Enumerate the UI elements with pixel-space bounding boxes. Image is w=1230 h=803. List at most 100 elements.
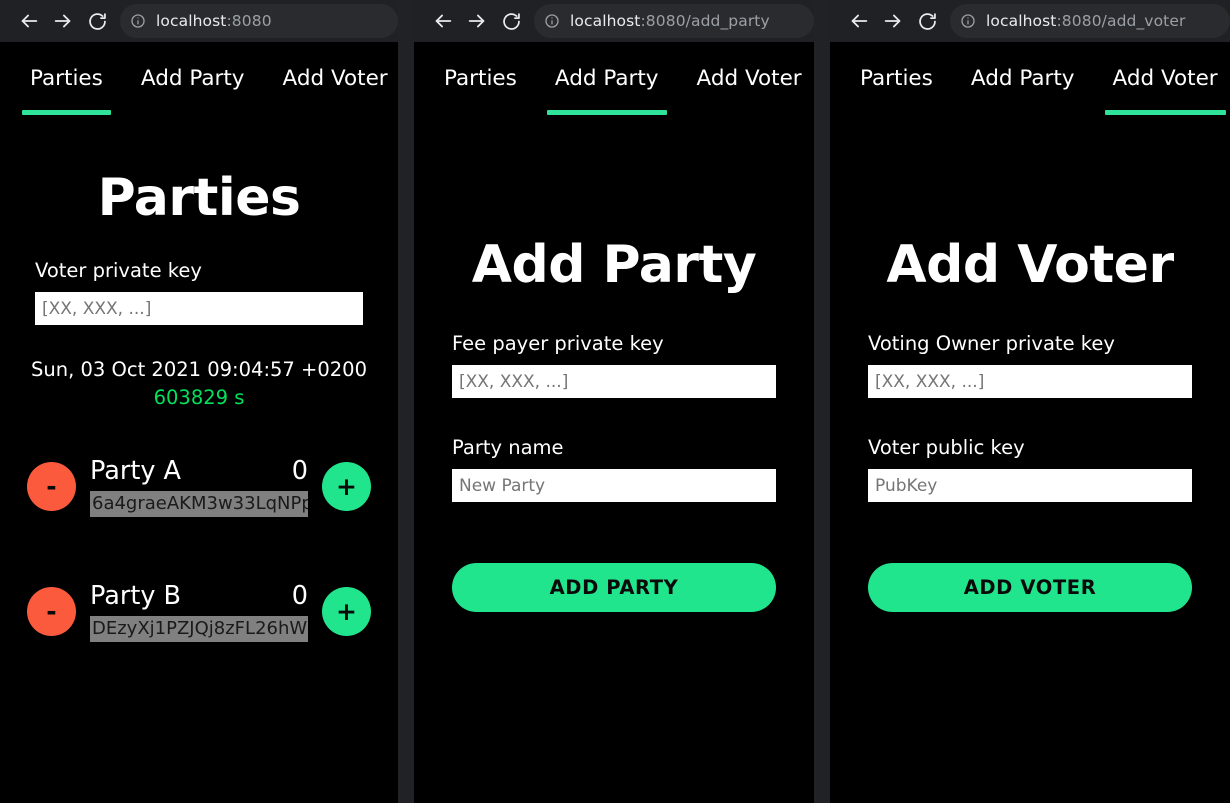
panel-divider: [398, 0, 414, 803]
active-tab-underline: [852, 110, 941, 115]
nav-tab-label: Add Party: [140, 66, 245, 91]
deadline-timestamp: Sun, 03 Oct 2021 09:04:57 +0200: [31, 358, 367, 382]
url-host: localhost: [986, 12, 1057, 30]
nav-tab-label: Parties: [860, 66, 933, 91]
nav-tab-label: Add Voter: [696, 66, 802, 91]
address-bar[interactable]: localhost:8080: [120, 4, 398, 38]
nav-tab-label: Add Voter: [282, 66, 388, 91]
nav-tab-parties[interactable]: Parties: [436, 66, 547, 115]
party-name: Party B: [90, 581, 182, 612]
add-party-form: Fee payer private key Party name ADD PAR…: [414, 332, 814, 613]
page-title: Add Party: [471, 235, 757, 295]
add-party-button[interactable]: ADD PARTY: [452, 563, 776, 613]
party-name-label: Party name: [452, 436, 564, 460]
decrement-vote-button[interactable]: -: [27, 462, 76, 512]
url-path: :8080/add_party: [640, 12, 770, 30]
page-title: Add Voter: [886, 235, 1174, 295]
url-host: localhost: [570, 12, 641, 30]
party-vote-count: 0: [291, 456, 308, 487]
forward-arrow-icon[interactable]: [46, 4, 80, 38]
app-navbar: Parties Add Party Add Voter: [830, 42, 1230, 115]
info-circle-icon[interactable]: [960, 13, 976, 29]
three-panel-browser-screenshot: localhost:8080 Parties Add Party Add Vot…: [0, 0, 1230, 803]
page-title: Parties: [97, 168, 301, 228]
nav-tab-label: Add Voter: [1112, 66, 1218, 91]
nav-tab-add-party[interactable]: Add Party: [963, 66, 1105, 115]
add-voter-button[interactable]: ADD VOTER: [868, 563, 1192, 613]
active-tab-underline: [436, 110, 525, 115]
party-info: Party B 0 DEzyXj1PZJQj8zFL26hW4pGmY9qtVs…: [76, 581, 322, 643]
reload-icon[interactable]: [80, 4, 114, 38]
voter-private-key-label: Voter private key: [35, 259, 202, 283]
reload-icon[interactable]: [494, 4, 528, 38]
party-row: - Party B 0 DEzyXj1PZJQj8zFL26hW4pGmY9qt…: [27, 581, 371, 643]
nav-tab-add-party[interactable]: Add Party: [133, 66, 275, 115]
party-row: - Party A 0 6a4graeAKM3w33LqNPpKQnSVxbfK…: [27, 456, 371, 518]
info-circle-icon[interactable]: [130, 13, 146, 29]
url-text: localhost:8080/add_party: [570, 12, 770, 30]
party-list: - Party A 0 6a4graeAKM3w33LqNPpKQnSVxbfK…: [0, 456, 398, 643]
party-info: Party A 0 6a4graeAKM3w33LqNPpKQnSVxbfKHE…: [76, 456, 322, 518]
nav-tab-add-voter[interactable]: Add Voter: [689, 66, 815, 115]
panel-divider: [814, 0, 830, 803]
voter-public-key-label: Voter public key: [868, 436, 1025, 460]
info-circle-icon[interactable]: [544, 13, 560, 29]
active-tab-underline: [546, 110, 667, 115]
nav-tab-add-voter[interactable]: Add Voter: [1104, 66, 1230, 115]
nav-tab-label: Parties: [444, 66, 517, 91]
active-tab-underline: [689, 110, 810, 115]
party-name: Party A: [90, 456, 181, 487]
nav-tab-add-party[interactable]: Add Party: [546, 66, 689, 115]
nav-tab-parties[interactable]: Parties: [22, 66, 133, 115]
browser-chrome: localhost:8080/add_party: [414, 0, 814, 42]
forward-arrow-icon[interactable]: [876, 4, 910, 38]
voting-owner-private-key-input[interactable]: [868, 365, 1192, 399]
party-name-input[interactable]: [452, 469, 776, 503]
active-tab-underline: [275, 110, 396, 115]
fee-payer-private-key-label: Fee payer private key: [452, 332, 664, 356]
url-path: :8080/add_voter: [1056, 12, 1186, 30]
browser-chrome: localhost:8080: [0, 0, 398, 42]
voter-private-key-input[interactable]: [35, 292, 363, 326]
party-public-key: DEzyXj1PZJQj8zFL26hW4pGmY9qtVsRb: [90, 616, 308, 643]
nav-tab-label: Add Party: [554, 66, 659, 91]
app-viewport: Parties Add Party Add Voter Add Party Fe…: [414, 42, 814, 803]
voting-owner-private-key-label: Voting Owner private key: [868, 332, 1115, 356]
party-vote-count: 0: [291, 581, 308, 612]
active-tab-underline: [1104, 110, 1226, 115]
party-public-key: 6a4graeAKM3w33LqNPpKQnSVxbfKHEXr: [90, 491, 308, 518]
url-path: :8080: [226, 12, 272, 30]
address-bar[interactable]: localhost:8080/add_voter: [950, 4, 1230, 38]
party-header: Party A 0: [90, 456, 308, 486]
parties-form: Voter private key: [0, 259, 398, 326]
back-arrow-icon[interactable]: [426, 4, 460, 38]
party-header: Party B 0: [90, 581, 308, 611]
countdown-seconds: 603829 s: [153, 386, 245, 410]
back-arrow-icon[interactable]: [842, 4, 876, 38]
forward-arrow-icon[interactable]: [460, 4, 494, 38]
add-voter-form: Voting Owner private key Voter public ke…: [830, 332, 1230, 613]
fee-payer-private-key-input[interactable]: [452, 365, 776, 399]
app-navbar: Parties Add Party Add Voter: [414, 42, 814, 115]
browser-panel-add-party: localhost:8080/add_party Parties Add Par…: [414, 0, 814, 803]
nav-tab-parties[interactable]: Parties: [852, 66, 963, 115]
url-host: localhost: [156, 12, 227, 30]
increment-vote-button[interactable]: +: [322, 587, 371, 637]
increment-vote-button[interactable]: +: [322, 462, 371, 512]
active-tab-underline: [133, 110, 253, 115]
address-bar[interactable]: localhost:8080/add_party: [534, 4, 814, 38]
reload-icon[interactable]: [910, 4, 944, 38]
decrement-vote-button[interactable]: -: [27, 587, 76, 637]
browser-panel-parties: localhost:8080 Parties Add Party Add Vot…: [0, 0, 398, 803]
voter-public-key-input[interactable]: [868, 469, 1192, 503]
url-text: localhost:8080: [156, 12, 272, 30]
back-arrow-icon[interactable]: [12, 4, 46, 38]
app-navbar: Parties Add Party Add Voter: [0, 42, 398, 115]
active-tab-underline: [22, 110, 111, 115]
app-viewport: Parties Add Party Add Voter Add Voter Vo…: [830, 42, 1230, 803]
url-text: localhost:8080/add_voter: [986, 12, 1185, 30]
nav-tab-label: Parties: [30, 66, 103, 91]
browser-panel-add-voter: localhost:8080/add_voter Parties Add Par…: [830, 0, 1230, 803]
nav-tab-add-voter[interactable]: Add Voter: [275, 66, 399, 115]
browser-chrome: localhost:8080/add_voter: [830, 0, 1230, 42]
